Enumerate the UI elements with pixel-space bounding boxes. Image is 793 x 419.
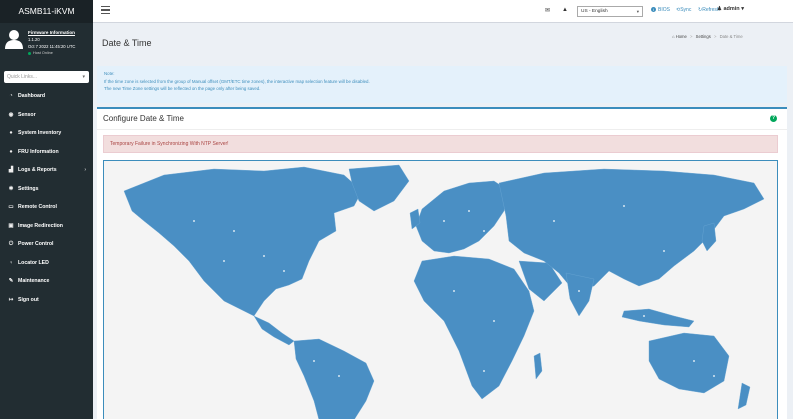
bios-label: BIOS (658, 7, 670, 13)
sign-out-icon: ↦ (8, 296, 14, 303)
user-info: Firmware Information 1.1.20 Oct 7 2022 1… (28, 29, 75, 57)
ntp-error-alert: Temporary Failure in Synchronizing With … (103, 135, 778, 153)
breadcrumb-current: Date & Time (719, 34, 743, 39)
power-icon: ⏻ (8, 240, 14, 247)
host-status-label: Host Online (33, 51, 53, 55)
tachometer-icon: ◔ (9, 93, 13, 100)
wrench-icon: ✎ (8, 278, 14, 285)
sync-label: Sync (680, 7, 692, 13)
divider (97, 129, 787, 130)
sidebar-item-remote-control[interactable]: ▭ Remote Control (0, 198, 93, 217)
sidebar-item-label: Sensor (18, 111, 36, 118)
help-icon[interactable]: ? (770, 115, 777, 122)
sidebar: ASMB11-iKVM Firmware Information 1.1.20 … (0, 0, 93, 419)
firmware-information-link[interactable]: Firmware Information (28, 29, 75, 36)
sidebar-item-label: Dashboard (18, 93, 46, 100)
page-title: Date & Time (102, 38, 152, 48)
bios-link[interactable]: i BIOS (651, 7, 670, 13)
info-circle-icon: ● (9, 148, 13, 155)
info-circle-icon: i (651, 7, 656, 13)
sidebar-item-maintenance[interactable]: ✎ Maintenance (0, 272, 93, 291)
note-title: Note: (104, 71, 115, 76)
sync-link[interactable]: ⟲Sync (676, 7, 691, 13)
breadcrumb-home[interactable]: Home (676, 34, 687, 39)
sidebar-item-label: Locator LED (18, 259, 49, 266)
sidebar-item-system-inventory[interactable]: ● System Inventory (0, 124, 93, 143)
sidebar-item-label: Remote Control (18, 204, 57, 211)
note-line-1: If the time zone is selected from the gr… (104, 78, 370, 84)
sidebar-item-label: Power Control (18, 241, 54, 248)
note-box: Note: If the time zone is selected from … (97, 66, 787, 103)
info-circle-icon: ● (9, 130, 13, 137)
chevron-down-icon: ▾ (636, 9, 639, 14)
sidebar-item-sign-out[interactable]: ↦ Sign out (0, 291, 93, 310)
bar-chart-icon: ▟ (8, 167, 14, 174)
sidebar-item-label: Settings (18, 185, 39, 192)
user-name: admin (723, 6, 740, 12)
note-line-2: The new Time Zone settings will be refle… (104, 86, 261, 91)
gear-icon: ✱ (8, 185, 14, 192)
firmware-version: 1.1.20 (28, 37, 40, 42)
timezone-map[interactable] (103, 160, 778, 419)
sidebar-item-label: Logs & Reports (18, 167, 57, 174)
brand-title[interactable]: ASMB11-iKVM (0, 0, 93, 23)
chevron-down-icon: ▾ (82, 74, 85, 80)
sidebar-item-label: Maintenance (18, 278, 50, 285)
user-icon: ♟ (717, 6, 722, 12)
desktop-icon: ▭ (8, 204, 14, 211)
topbar: ✉ ▲ US - English ▾ i BIOS ⟲Sync ↻Refresh … (93, 0, 793, 23)
sidebar-item-settings[interactable]: ✱ Settings (0, 180, 93, 199)
sidebar-item-logs-reports[interactable]: ▟ Logs & Reports › (0, 161, 93, 180)
user-avatar-icon (5, 30, 23, 49)
lightbulb-icon: ♀ (8, 259, 14, 266)
breadcrumb-separator: > (713, 34, 717, 39)
user-panel: Firmware Information 1.1.20 Oct 7 2022 1… (0, 23, 93, 66)
sidebar-item-power-control[interactable]: ⏻ Power Control (0, 235, 93, 254)
home-icon: ⌂ (672, 34, 675, 39)
breadcrumb-settings[interactable]: Settings (696, 34, 711, 39)
quick-links-select[interactable]: Quick Links... ▾ (4, 71, 89, 83)
breadcrumb-separator: > (690, 34, 693, 39)
disc-icon: ▣ (8, 222, 14, 229)
chevron-right-icon: › (84, 167, 86, 173)
online-dot-icon (28, 52, 31, 55)
firmware-date: Oct 7 2022 11:45:20 UTC (28, 44, 76, 49)
sidebar-item-label: Sign out (18, 296, 39, 303)
sidebar-item-label: Image Redirection (18, 222, 63, 229)
configure-date-time-card: Configure Date & Time ? Temporary Failur… (97, 107, 787, 419)
sidebar-item-fru-information[interactable]: ● FRU Information (0, 143, 93, 162)
sensor-icon: ◉ (8, 111, 14, 118)
quick-links-placeholder: Quick Links... (7, 74, 38, 80)
chevron-down-icon: ▾ (741, 6, 744, 12)
sidebar-item-dashboard[interactable]: ◔ Dashboard (0, 87, 93, 106)
warning-icon[interactable]: ▲ (562, 7, 568, 13)
sidebar-item-label: FRU Information (18, 148, 59, 155)
language-select[interactable]: US - English ▾ (577, 6, 643, 17)
sidebar-item-sensor[interactable]: ◉ Sensor (0, 106, 93, 125)
host-status: Host Online (28, 50, 75, 57)
world-map[interactable] (104, 161, 777, 419)
menu-toggle-icon[interactable] (101, 6, 110, 15)
sidebar-item-label: System Inventory (18, 130, 62, 137)
sidebar-item-locator-led[interactable]: ♀ Locator LED (0, 254, 93, 273)
breadcrumb: ⌂ Home > Settings > Date & Time (672, 34, 743, 39)
sidebar-nav: ◔ Dashboard ◉ Sensor ● System Inventory … (0, 87, 93, 309)
user-menu[interactable]: ♟ admin ▾ (717, 6, 744, 12)
language-value: US - English (581, 9, 608, 14)
envelope-icon[interactable]: ✉ (545, 7, 550, 14)
card-title: Configure Date & Time (103, 114, 184, 123)
sidebar-item-image-redirection[interactable]: ▣ Image Redirection (0, 217, 93, 236)
